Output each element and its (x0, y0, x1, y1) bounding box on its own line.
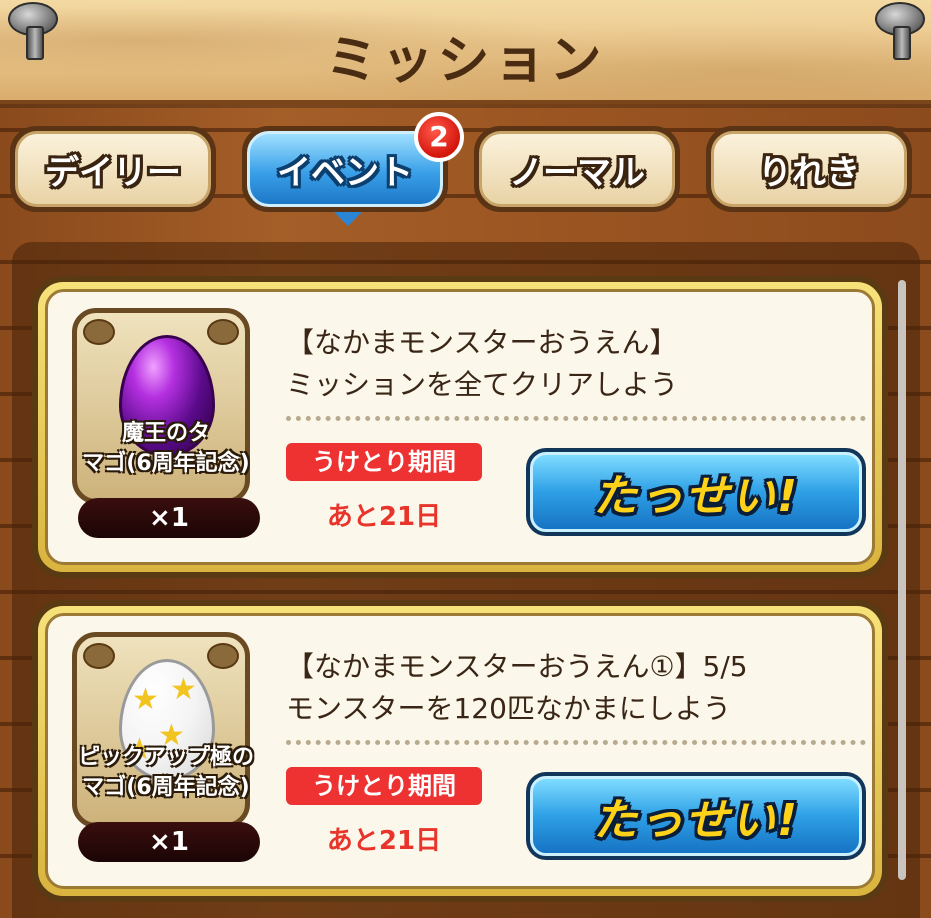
scrollbar[interactable] (898, 280, 906, 880)
tab-normal[interactable]: ノーマル (474, 126, 680, 212)
reward-name: マゴ(6周年記念) (82, 775, 250, 800)
achieve-button-label: たっせい! (592, 795, 800, 846)
remaining-time: あと21日 (326, 502, 442, 532)
reward-quantity: ×1 (78, 822, 260, 862)
mission-title-line: 【なかまモンスターおうえん①】5/5 (286, 650, 748, 683)
tab-daily[interactable]: デイリー (10, 126, 216, 212)
mission-title-line: 【なかまモンスターおうえん】 (286, 326, 678, 359)
achieve-button[interactable]: たっせい! (526, 772, 866, 860)
mission-title-line: ミッションを全てクリアしよう (286, 368, 679, 401)
mission-card: 魔王のタ マゴ(6周年記念) ×1 【なかまモンスターおうえん】 ミッションを全… (32, 276, 888, 578)
tab-history[interactable]: りれき (706, 126, 912, 212)
pushpin-icon (869, 2, 929, 62)
reward-quantity: ×1 (78, 498, 260, 538)
tab-label: りれき (758, 152, 860, 193)
mission-title-line: モンスターを120匹なかまにしよう (286, 692, 731, 725)
title-bar: ミッション (0, 0, 931, 104)
reward-item-frame[interactable]: 魔王のタ マゴ(6周年記念) (72, 308, 250, 504)
achieve-button-label: たっせい! (592, 471, 800, 522)
tab-label: イベント (277, 152, 413, 193)
mission-title: 【なかまモンスターおうえん】 ミッションを全てクリアしよう (286, 322, 866, 406)
divider (286, 740, 866, 745)
divider (286, 416, 866, 421)
achieve-button[interactable]: たっせい! (526, 448, 866, 536)
period-badge: うけとり期間 (286, 443, 482, 481)
period-badge: うけとり期間 (286, 767, 482, 805)
reward-name: マゴ(6周年記念) (82, 451, 250, 476)
remaining-time: あと21日 (326, 826, 442, 856)
page-title: ミッション (325, 31, 606, 91)
tab-label: ノーマル (509, 152, 645, 193)
mission-title: 【なかまモンスターおうえん①】5/5 モンスターを120匹なかまにしよう (286, 646, 866, 730)
notification-badge: 2 (414, 112, 464, 162)
tab-bar: デイリー イベント 2 ノーマル りれき (10, 112, 920, 226)
reward-item-frame[interactable]: ★ ★ ★ ★ ピックアップ極のタ マゴ(6周年記念) (72, 632, 254, 828)
tab-label: デイリー (45, 152, 181, 193)
reward-name: 魔王のタ (121, 421, 210, 446)
mission-card: ★ ★ ★ ★ ピックアップ極のタ マゴ(6周年記念) ×1 【なかまモンスター… (32, 600, 888, 902)
